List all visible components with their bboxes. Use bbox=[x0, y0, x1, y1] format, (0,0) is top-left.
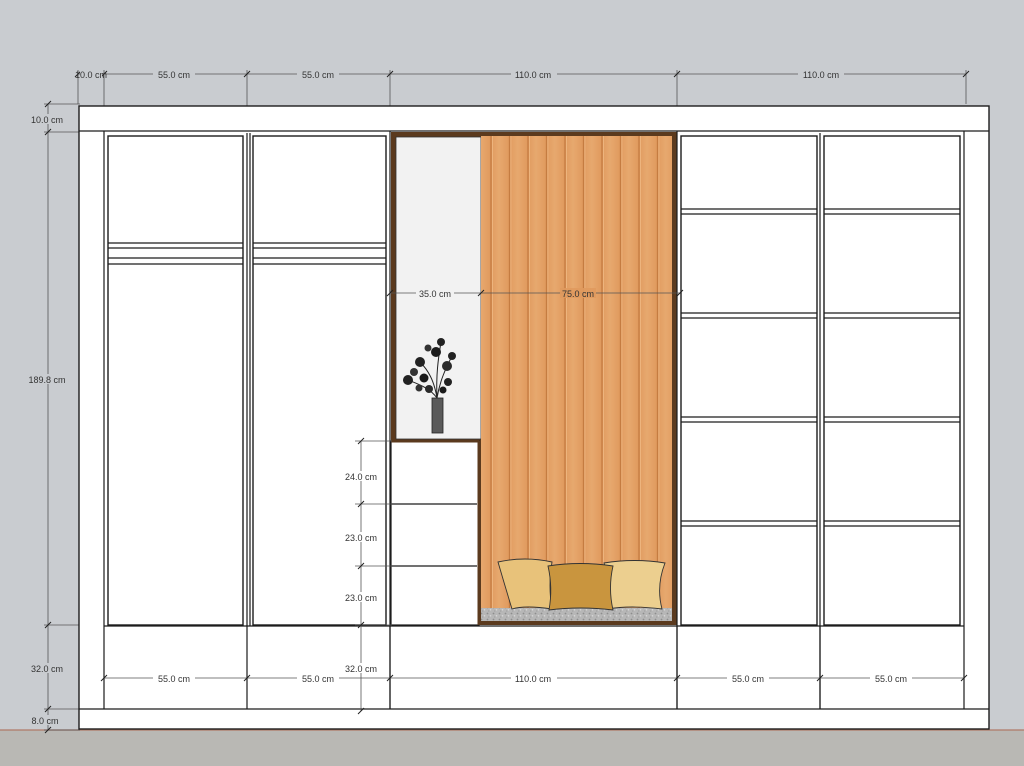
dim-panel-width: 75.0 cm bbox=[562, 289, 594, 299]
dim-bottom-4: 55.0 cm bbox=[875, 674, 907, 684]
dim-left-0: 10.0 cm bbox=[31, 115, 63, 125]
wood-slat-panel bbox=[481, 136, 672, 608]
dim-bottom-1: 55.0 cm bbox=[302, 674, 334, 684]
dim-bottom-3: 55.0 cm bbox=[732, 674, 764, 684]
cushion-icon bbox=[497, 558, 666, 611]
dim-drawer-2: 23.0 cm bbox=[345, 533, 377, 543]
dim-top-1: 55.0 cm bbox=[158, 70, 190, 80]
dim-bottom-2: 110.0 cm bbox=[515, 674, 551, 684]
dim-left-1: 189.8 cm bbox=[28, 375, 65, 385]
left-door-1 bbox=[107, 135, 244, 626]
dim-left-2: 32.0 cm bbox=[31, 664, 63, 674]
wardrobe-elevation-drawing: 10.0 cm 55.0 cm 55.0 cm 110.0 cm 110.0 c… bbox=[0, 69, 1024, 766]
dim-drawer-1: 24.0 cm bbox=[345, 472, 377, 482]
left-door-2 bbox=[252, 135, 387, 626]
center-niche bbox=[390, 132, 677, 626]
dim-top-0: 10.0 cm bbox=[75, 70, 107, 80]
floor bbox=[0, 730, 1024, 766]
dim-top-2: 55.0 cm bbox=[302, 70, 334, 80]
dim-top-4: 110.0 cm bbox=[803, 70, 839, 80]
gravel-strip bbox=[481, 608, 672, 621]
dim-left-3: 8.0 cm bbox=[31, 716, 58, 726]
dim-bottom-0: 55.0 cm bbox=[158, 674, 190, 684]
dim-niche-width: 35.0 cm bbox=[419, 289, 451, 299]
dim-base-height: 32.0 cm bbox=[345, 664, 377, 674]
dim-top-3: 110.0 cm bbox=[515, 70, 551, 80]
dim-drawer-3: 23.0 cm bbox=[345, 593, 377, 603]
